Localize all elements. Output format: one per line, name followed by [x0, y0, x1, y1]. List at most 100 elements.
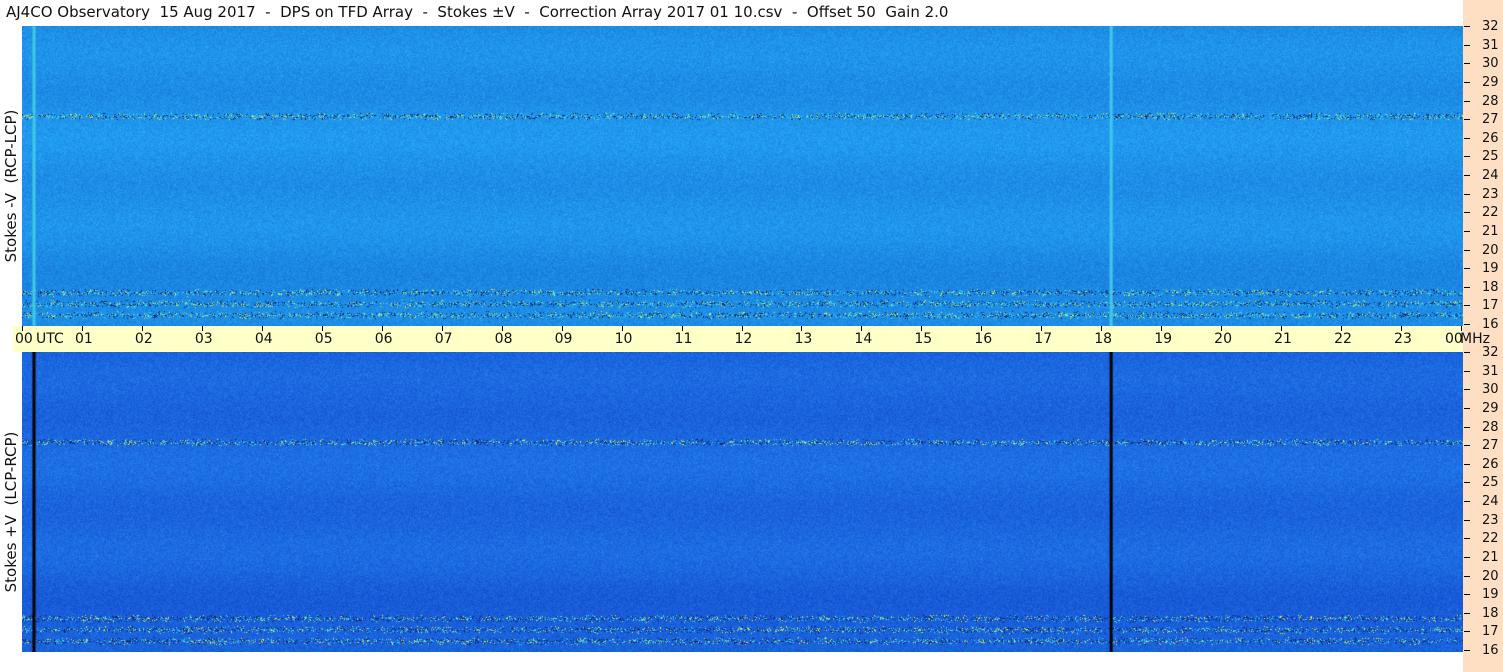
stokes-plus-v-heatmap	[22, 352, 1463, 652]
frequency-tick-mark	[1464, 230, 1470, 232]
utc-tick-mark	[201, 326, 203, 331]
frequency-tick-mark	[1464, 556, 1470, 558]
frequency-tick-mark	[1464, 175, 1470, 176]
utc-tick-mark	[141, 326, 143, 331]
utc-tick-mark	[621, 326, 623, 331]
utc-tick-label: 01	[74, 331, 93, 347]
stokes-plus-v-spectrogram	[22, 352, 1463, 652]
utc-tick-label: 02	[134, 331, 153, 347]
utc-tick-mark	[861, 326, 863, 331]
frequency-tick-label: 30	[1482, 56, 1499, 72]
utc-tick-mark	[261, 326, 263, 331]
frequency-tick-mark	[1464, 519, 1470, 521]
frequency-tick-mark	[1464, 26, 1470, 27]
frequency-tick-mark	[1464, 63, 1470, 65]
utc-tick-mark	[801, 326, 803, 331]
frequency-tick-label: 25	[1482, 149, 1499, 165]
frequency-tick-mark	[1464, 463, 1470, 465]
utc-tick-mark	[81, 326, 83, 331]
frequency-tick-mark	[1464, 575, 1470, 577]
utc-tick-label: 08	[494, 331, 513, 347]
frequency-tick-label: 21	[1482, 549, 1499, 565]
frequency-tick-label: 23	[1482, 186, 1499, 202]
utc-tick-mark	[1401, 326, 1403, 331]
utc-tick-mark	[981, 326, 983, 331]
frequency-tick-mark	[1464, 268, 1470, 270]
utc-tick-label: 04	[254, 331, 273, 347]
frequency-tick-label: 17	[1482, 298, 1499, 314]
frequency-tick-label: 17	[1482, 624, 1499, 640]
frequency-tick-label: 20	[1482, 242, 1499, 258]
utc-tick-label: 10	[614, 331, 633, 347]
frequency-tick-label: 29	[1482, 400, 1499, 416]
utc-tick-mark	[381, 326, 383, 331]
frequency-tick-mark	[1464, 650, 1470, 651]
utc-label: UTC	[36, 331, 64, 347]
frequency-tick-mark	[1464, 137, 1470, 139]
utc-tick-label: 11	[674, 331, 693, 347]
frequency-tick-mark	[1464, 482, 1470, 484]
frequency-tick-label: 31	[1482, 37, 1499, 53]
utc-tick-label: 21	[1274, 331, 1292, 347]
utc-time-axis: UTC 00 01 02 03 04 05 06 07 08 09 10 11 12 13 14 15 16 17…	[13, 326, 1463, 352]
frequency-tick-label: 19	[1482, 261, 1499, 277]
utc-tick-label: 07	[434, 331, 453, 347]
utc-tick-mark	[1281, 326, 1283, 331]
utc-tick-mark	[561, 326, 563, 331]
utc-tick-mark	[1041, 326, 1043, 331]
frequency-tick-label: 16	[1482, 643, 1499, 658]
frequency-tick-mark	[1464, 426, 1470, 428]
frequency-tick-mark	[1464, 119, 1470, 121]
stokes-minus-v-heatmap	[22, 26, 1463, 326]
frequency-tick-label: 19	[1482, 587, 1499, 603]
frequency-tick-mark	[1464, 370, 1470, 372]
frequency-tick-mark	[1464, 445, 1470, 447]
frequency-tick-mark	[1464, 612, 1470, 614]
frequency-tick-label: 22	[1482, 205, 1499, 221]
utc-tick-mark	[741, 326, 743, 331]
frequency-tick-label: 26	[1482, 456, 1499, 472]
frequency-tick-label: 32	[1482, 19, 1499, 34]
utc-tick-label: 15	[914, 331, 933, 347]
frequency-tick-mark	[1464, 249, 1470, 251]
frequency-tick-mark	[1464, 324, 1470, 325]
frequency-tick-mark	[1464, 538, 1470, 540]
utc-tick-label: 16	[974, 331, 993, 347]
utc-tick-label: 19	[1154, 331, 1173, 347]
utc-tick-label: 20	[1214, 331, 1232, 347]
page-title: AJ4CO Observatory 15 Aug 2017 - DPS on T…	[6, 3, 949, 21]
frequency-tick-mark	[1464, 305, 1470, 307]
frequency-tick-label: 24	[1482, 168, 1499, 183]
utc-tick-label: 22	[1334, 331, 1352, 347]
frequency-tick-label: 25	[1482, 475, 1499, 491]
frequency-tick-label: 31	[1482, 363, 1499, 379]
bottom-panel-ylabel: Stokes +V (LCP-RCP)	[2, 431, 20, 593]
utc-tick-label: 00	[15, 331, 33, 347]
frequency-tick-mark	[1464, 594, 1470, 596]
frequency-tick-label: 20	[1482, 568, 1499, 584]
frequency-tick-mark	[1464, 407, 1470, 409]
frequency-tick-label: 18	[1482, 605, 1499, 621]
frequency-tick-label: 27	[1482, 112, 1499, 128]
frequency-tick-label: 28	[1482, 419, 1499, 435]
utc-tick-mark	[321, 326, 323, 331]
utc-tick-label: 13	[794, 331, 813, 347]
frequency-tick-label: 24	[1482, 494, 1499, 509]
frequency-tick-label: 28	[1482, 93, 1499, 109]
frequency-tick-mark	[1464, 352, 1470, 353]
frequency-tick-mark	[1464, 156, 1470, 158]
utc-tick-mark	[1341, 326, 1343, 331]
frequency-tick-mark	[1464, 212, 1470, 214]
utc-tick-mark	[441, 326, 443, 331]
utc-tick-mark	[921, 326, 923, 331]
utc-tick-label: 05	[314, 331, 333, 347]
utc-tick-label: 09	[554, 331, 573, 347]
frequency-tick-label: 21	[1482, 223, 1499, 239]
frequency-tick-mark	[1464, 193, 1470, 195]
utc-tick-mark	[1101, 326, 1103, 331]
utc-tick-mark	[22, 326, 23, 331]
frequency-tick-mark	[1464, 44, 1470, 46]
top-panel-ylabel: Stokes -V (RCP-LCP)	[2, 109, 20, 263]
frequency-tick-label: 29	[1482, 74, 1499, 90]
utc-tick-label: 14	[854, 331, 873, 347]
